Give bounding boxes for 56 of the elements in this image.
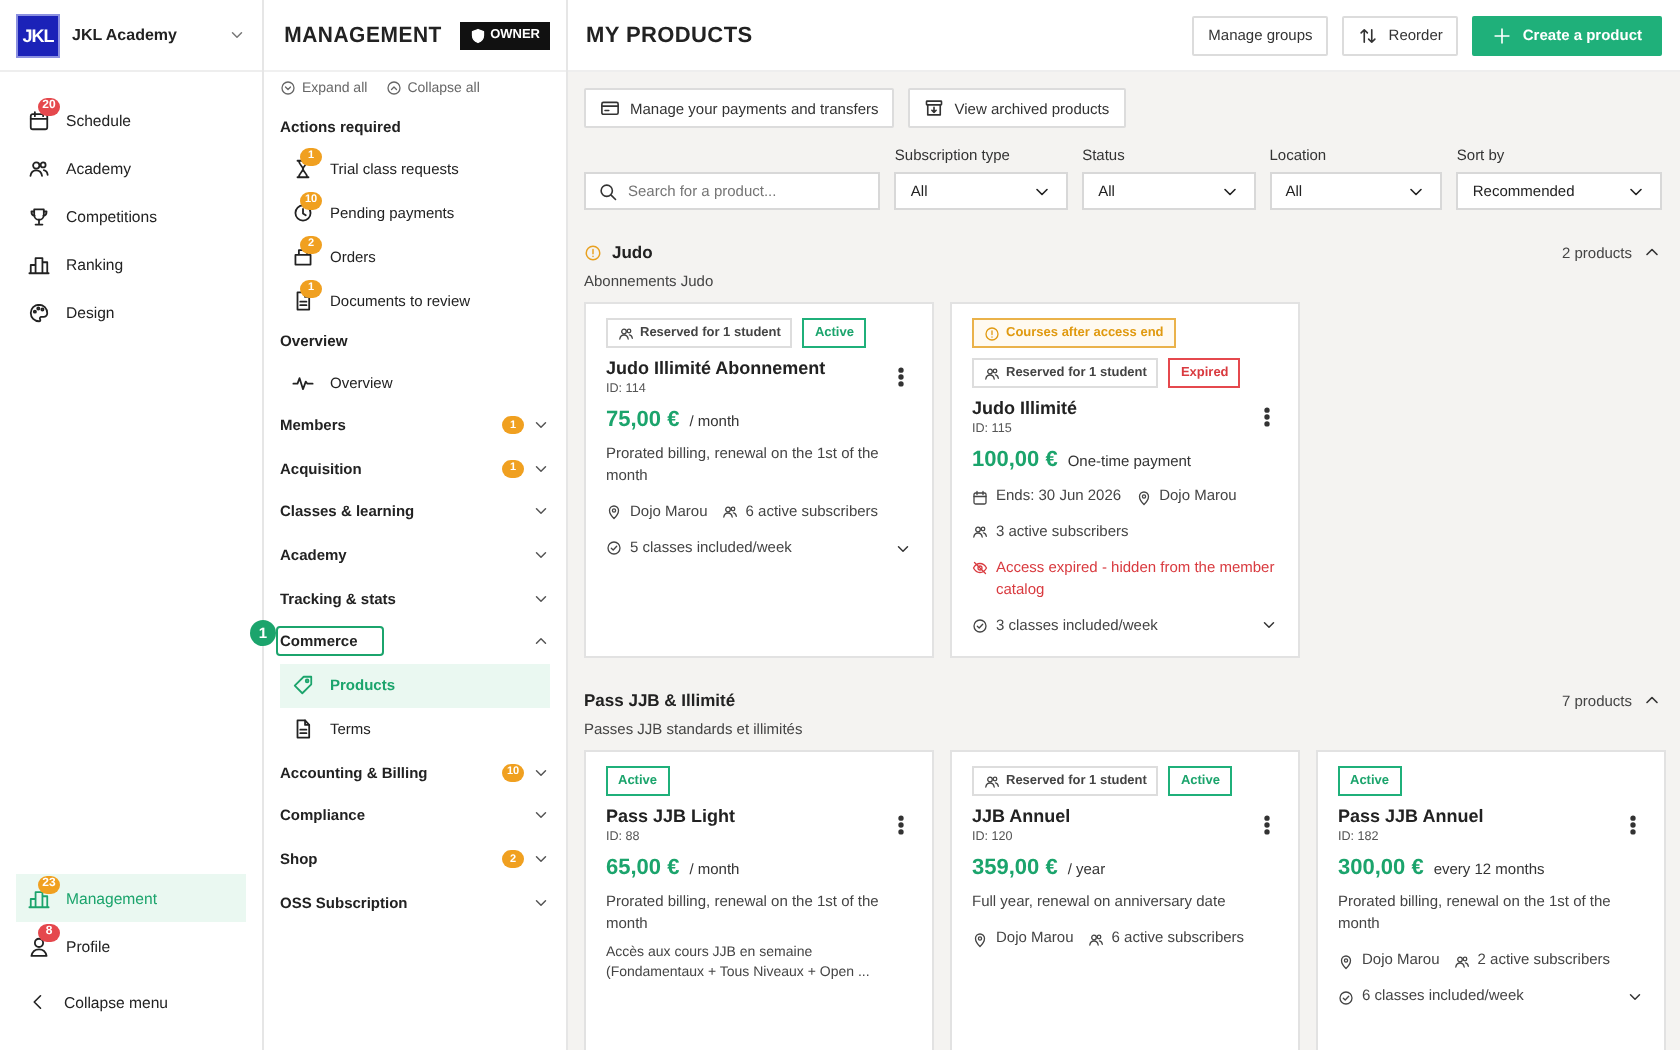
academy-logo: JKL xyxy=(16,13,60,57)
tag-icon xyxy=(292,674,314,697)
location-pin-icon xyxy=(1135,489,1152,505)
document-icon xyxy=(292,289,314,311)
bar-chart-icon xyxy=(28,887,50,909)
sort-arrows-icon xyxy=(1358,25,1379,45)
person-icon xyxy=(28,935,50,957)
people-icon xyxy=(1453,953,1470,970)
people-icon xyxy=(28,157,50,179)
alert-icon xyxy=(584,243,602,261)
bar-chart-icon xyxy=(28,253,50,275)
location-pin-icon xyxy=(606,504,622,521)
trophy-icon xyxy=(28,205,50,227)
check-circle-icon xyxy=(972,618,988,634)
archive-box-icon xyxy=(924,98,945,118)
price: 75,00 € xyxy=(606,408,680,432)
hourglass-icon xyxy=(292,157,314,179)
alert-icon xyxy=(984,325,1000,341)
price: 359,00 € xyxy=(972,856,1058,881)
price: 100,00 € xyxy=(972,448,1058,472)
price: 65,00 € xyxy=(606,856,680,881)
location-pin-icon xyxy=(1338,953,1354,970)
pulse-icon xyxy=(292,371,314,393)
clock-icon xyxy=(292,201,314,223)
page-title: MY PRODUCTS xyxy=(586,23,753,47)
shield-icon xyxy=(470,27,487,43)
credit-card-icon xyxy=(600,98,620,118)
people-icon xyxy=(972,524,988,541)
group-title: Pass JJB & Illimité xyxy=(584,690,738,711)
group-title: Judo xyxy=(612,242,655,262)
chevron-down-icon xyxy=(228,26,246,44)
location-pin-icon xyxy=(972,931,988,948)
document-icon xyxy=(292,718,314,741)
people-icon xyxy=(618,325,634,341)
product-name: JJB Annuel xyxy=(972,806,1071,827)
people-icon xyxy=(984,365,1000,381)
product-name: Pass JJB Annuel xyxy=(1338,806,1484,827)
calendar-icon xyxy=(972,489,988,505)
price: 300,00 € xyxy=(1338,856,1424,881)
people-icon xyxy=(1087,931,1104,948)
check-circle-icon xyxy=(606,540,622,557)
people-icon xyxy=(984,773,1000,790)
product-name: Pass JJB Light xyxy=(606,806,736,827)
people-icon xyxy=(721,504,738,521)
eye-slash-icon xyxy=(972,560,988,577)
calendar-icon xyxy=(28,109,50,131)
check-circle-icon xyxy=(1338,989,1354,1005)
box-icon xyxy=(292,245,314,267)
academy-name: JKL Academy xyxy=(72,26,179,44)
panel-title: MANAGEMENT xyxy=(284,23,442,47)
plus-icon xyxy=(1492,25,1513,45)
product-name: Judo Illimité xyxy=(972,398,1078,418)
circle-chevron-down-icon xyxy=(280,80,296,96)
product-name: Judo Illimité Abonnement xyxy=(606,358,826,378)
circle-chevron-up-icon xyxy=(385,80,402,96)
palette-icon xyxy=(28,301,50,323)
